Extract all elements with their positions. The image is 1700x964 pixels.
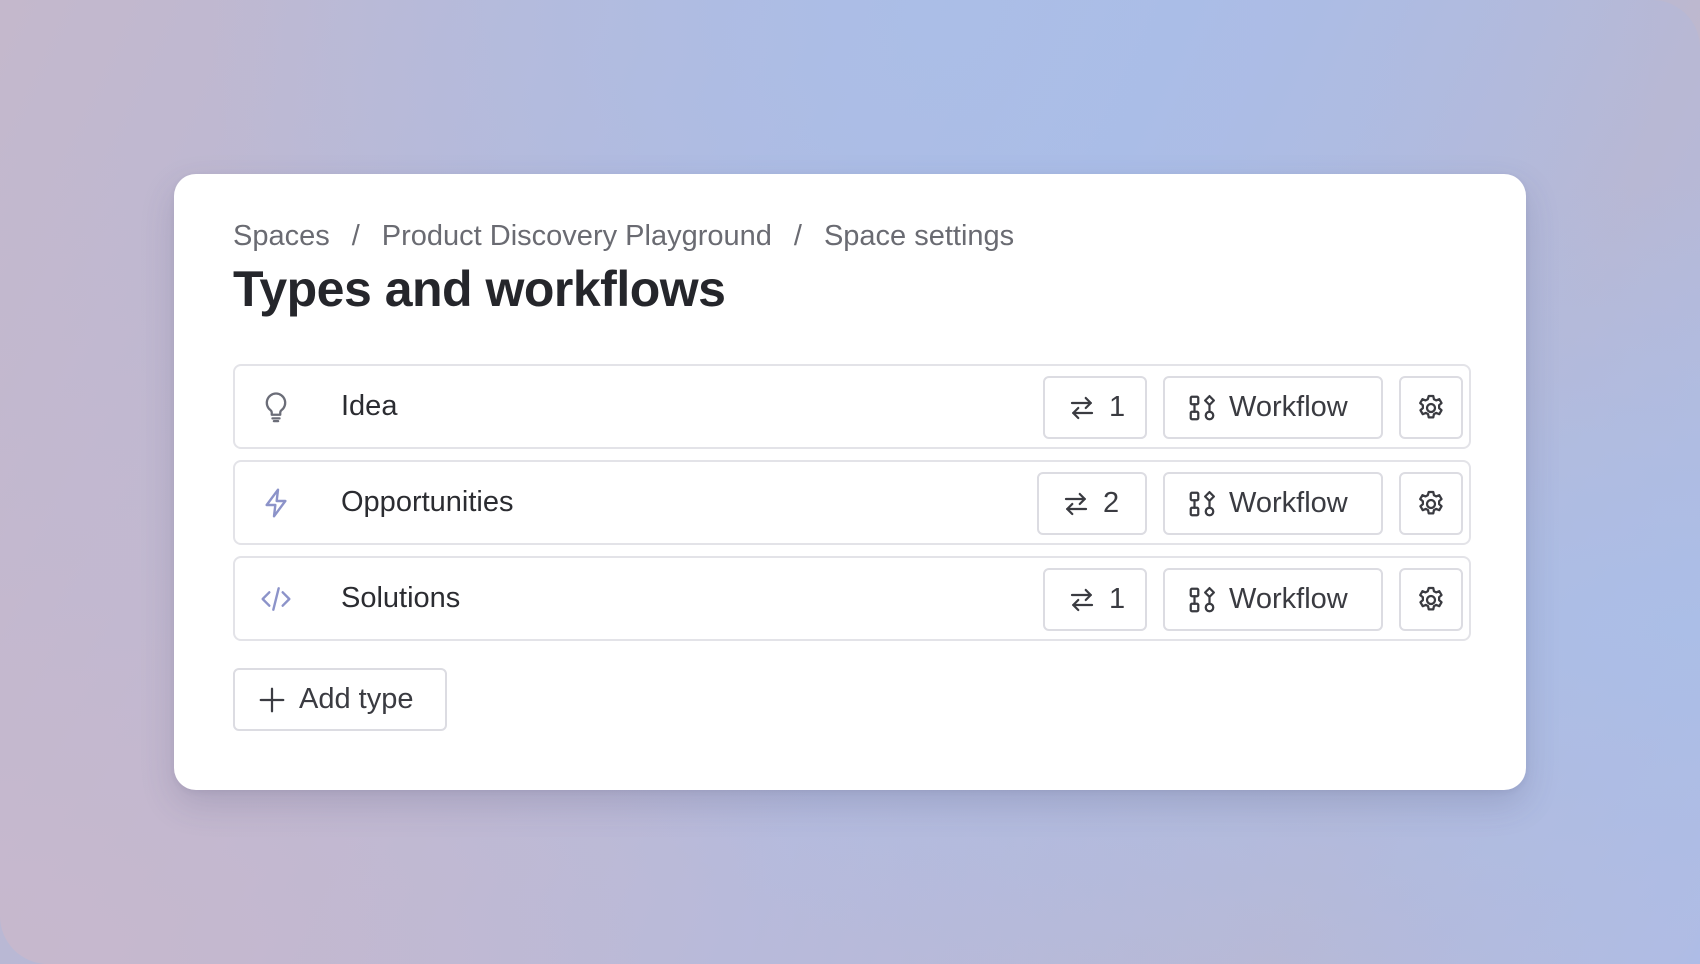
type-row-idea: Idea 1 Workflow	[233, 364, 1471, 449]
breadcrumb-separator: /	[351, 219, 360, 252]
transitions-button[interactable]: 1	[1043, 376, 1147, 439]
add-type-label: Add type	[299, 683, 414, 715]
breadcrumb-spaces[interactable]: Spaces	[233, 220, 330, 253]
type-settings-button[interactable]	[1399, 472, 1463, 535]
lightning-icon	[257, 484, 295, 522]
transitions-count: 1	[1109, 583, 1126, 615]
type-row-opportunities: Opportunities 2 Workflow	[233, 460, 1471, 545]
gear-icon	[1415, 392, 1447, 424]
swap-arrows-icon	[1067, 393, 1097, 423]
workflow-icon	[1187, 489, 1217, 519]
plus-icon	[257, 685, 287, 715]
swap-arrows-icon	[1061, 489, 1091, 519]
page-title: Types and workflows	[233, 261, 726, 317]
breadcrumb-separator: /	[793, 219, 802, 252]
type-label: Idea	[341, 390, 398, 422]
transitions-button[interactable]: 2	[1037, 472, 1147, 535]
workflow-label: Workflow	[1229, 391, 1348, 423]
breadcrumb: Spaces / Product Discovery Playground / …	[233, 218, 1014, 254]
type-settings-button[interactable]	[1399, 376, 1463, 439]
transitions-button[interactable]: 1	[1043, 568, 1147, 631]
code-icon	[257, 580, 295, 618]
workflow-button[interactable]: Workflow	[1163, 376, 1383, 439]
breadcrumb-product-discovery-playground[interactable]: Product Discovery Playground	[382, 220, 772, 253]
breadcrumb-space-settings[interactable]: Space settings	[824, 220, 1014, 253]
type-settings-button[interactable]	[1399, 568, 1463, 631]
settings-card: Spaces / Product Discovery Playground / …	[174, 174, 1526, 790]
workflow-icon	[1187, 393, 1217, 423]
transitions-count: 2	[1103, 487, 1120, 519]
workflow-button[interactable]: Workflow	[1163, 568, 1383, 631]
type-label: Solutions	[341, 582, 461, 614]
transitions-count: 1	[1109, 391, 1126, 423]
add-type-button[interactable]: Add type	[233, 668, 447, 731]
workflow-label: Workflow	[1229, 487, 1348, 519]
swap-arrows-icon	[1067, 585, 1097, 615]
gear-icon	[1415, 488, 1447, 520]
type-row-solutions: Solutions 1 Workflow	[233, 556, 1471, 641]
gear-icon	[1415, 584, 1447, 616]
workflow-label: Workflow	[1229, 583, 1348, 615]
lightbulb-icon	[257, 388, 295, 426]
workflow-button[interactable]: Workflow	[1163, 472, 1383, 535]
workflow-icon	[1187, 585, 1217, 615]
type-label: Opportunities	[341, 486, 514, 518]
